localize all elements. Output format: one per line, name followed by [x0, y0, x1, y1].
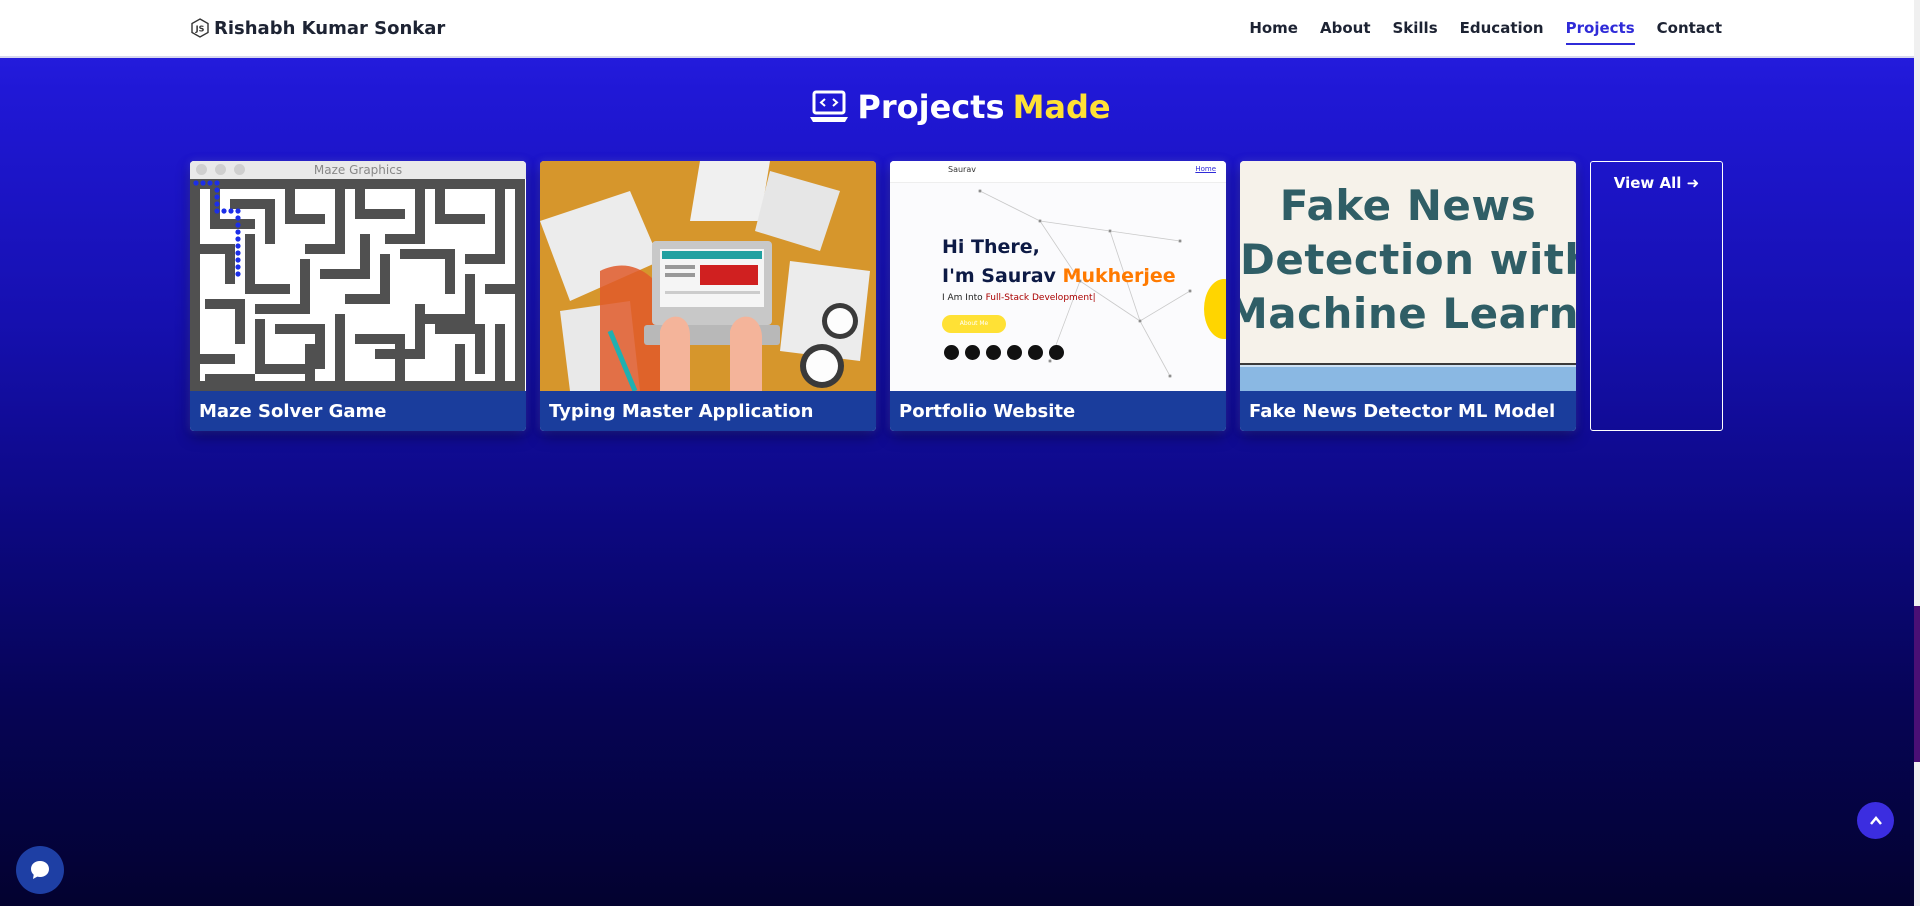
brand-name: Rishabh Kumar Sonkar	[214, 17, 446, 39]
section-title-main: Projects	[857, 88, 1005, 126]
scrollbar-thumb[interactable]	[1914, 606, 1920, 762]
laptop-code-icon	[810, 90, 849, 122]
portfolio-preview-greeting: Hi There,	[942, 236, 1040, 258]
view-all-button[interactable]: View All ➜	[1590, 161, 1723, 431]
project-title: Fake News Detector ML Model	[1240, 391, 1576, 431]
logo-icon: JS	[191, 18, 209, 38]
project-title: Portfolio Website	[890, 391, 1226, 431]
chat-widget-button[interactable]	[16, 846, 64, 894]
nav-home[interactable]: Home	[1249, 15, 1298, 41]
nav-about[interactable]: About	[1320, 15, 1371, 41]
view-all-label: View All	[1613, 174, 1682, 192]
portfolio-preview-subtitle: I Am Into Full-Stack Development|	[942, 293, 1096, 303]
portfolio-preview-subtitle-highlight: Full-Stack Development|	[985, 293, 1096, 303]
youtube-icon	[986, 345, 1001, 360]
nav-projects[interactable]: Projects	[1565, 15, 1635, 45]
portfolio-preview-logo: Saurav	[948, 165, 976, 174]
portfolio-preview-home-link: Home	[1195, 165, 1216, 173]
fake-news-line-2: Detection with	[1240, 235, 1576, 284]
portfolio-preview-social-icons	[944, 345, 1064, 360]
project-card-portfolio[interactable]: Saurav Home Hi There, I'm Saurav Mukherj…	[890, 161, 1226, 431]
linkedin-icon	[944, 345, 959, 360]
projects-grid: Maze Graphics Maze Solver Game Typing Ma…	[190, 161, 1723, 431]
nav-education[interactable]: Education	[1460, 15, 1544, 41]
portfolio-preview-heading: Hi There, I'm Saurav Mukherjee	[942, 233, 1176, 291]
section-title: Projects Made	[0, 88, 1920, 126]
svg-text:JS: JS	[195, 25, 205, 34]
twitter-icon	[1007, 345, 1022, 360]
portfolio-preview-button: About Me	[942, 315, 1006, 333]
typing-illustration	[540, 161, 876, 391]
project-thumbnail	[540, 161, 876, 391]
portfolio-preview-nav: Saurav Home	[890, 161, 1226, 183]
portfolio-preview-subtitle-prefix: I Am Into	[942, 293, 986, 303]
nav-skills[interactable]: Skills	[1393, 15, 1438, 41]
maze-window-titlebar: Maze Graphics	[190, 161, 526, 179]
site-header: JS Rishabh Kumar Sonkar Home About Skill…	[0, 0, 1914, 58]
project-card-fake-news[interactable]: Fake News Detection with Machine Learnin…	[1240, 161, 1576, 431]
chat-bubble-icon	[31, 861, 49, 879]
github-icon	[965, 345, 980, 360]
portfolio-preview-intro: I'm Saurav	[942, 265, 1063, 287]
maze-image	[190, 179, 526, 391]
scroll-to-top-button[interactable]	[1857, 802, 1894, 839]
fake-news-chalkboard-text: Fake News Detection with Machine Learnin…	[1240, 179, 1576, 341]
project-thumbnail: Saurav Home Hi There, I'm Saurav Mukherj…	[890, 161, 1226, 391]
dev-icon	[1028, 345, 1043, 360]
brand[interactable]: JS Rishabh Kumar Sonkar	[190, 0, 445, 56]
fake-news-line-1: Fake News	[1279, 181, 1537, 230]
section-title-accent: Made	[1012, 88, 1111, 126]
arrow-right-icon: ➜	[1686, 174, 1700, 192]
project-title: Maze Solver Game	[190, 391, 526, 431]
chevron-up-icon	[1869, 815, 1882, 825]
project-title: Typing Master Application	[540, 391, 876, 431]
instagram-icon	[1049, 345, 1064, 360]
page-scrollbar[interactable]	[1914, 0, 1920, 906]
main-nav: Home About Skills Education Projects Con…	[1249, 0, 1722, 56]
project-card-typing-master[interactable]: Typing Master Application	[540, 161, 876, 431]
project-thumbnail: Fake News Detection with Machine Learnin…	[1240, 161, 1576, 391]
nav-contact[interactable]: Contact	[1657, 15, 1722, 41]
fake-news-line-3: Machine Learning	[1240, 289, 1576, 338]
project-card-maze-solver[interactable]: Maze Graphics Maze Solver Game	[190, 161, 526, 431]
maze-window-title: Maze Graphics	[313, 163, 403, 177]
portfolio-preview-name: Mukherjee	[1062, 265, 1176, 287]
project-thumbnail: Maze Graphics	[190, 161, 526, 391]
chalkboard-frame	[1240, 367, 1576, 391]
